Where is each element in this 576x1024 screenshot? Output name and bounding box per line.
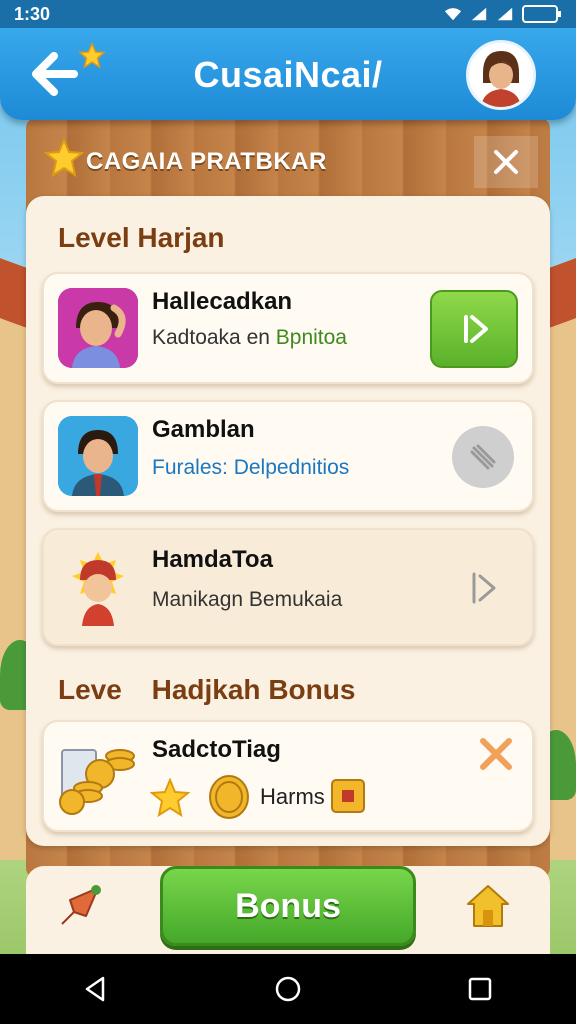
play-icon	[464, 315, 488, 343]
item-subtitle-text: Kadtoaka en	[152, 326, 276, 349]
disabled-icon	[470, 444, 496, 470]
list-item[interactable]: Gamblan Furales: Delpednitios	[42, 400, 534, 512]
coin-stack	[58, 736, 138, 816]
character-avatar	[58, 288, 138, 368]
item-subtitle: Kadtoaka en Bpnitoa	[152, 326, 347, 350]
chevron-button[interactable]	[464, 568, 504, 608]
coin-stack-icon	[59, 749, 135, 815]
play-button[interactable]	[430, 290, 518, 368]
status-bar: 1:30	[0, 0, 576, 28]
bonus-item-label: Harms	[260, 784, 325, 809]
dismiss-button[interactable]	[474, 732, 518, 776]
nav-back-icon[interactable]	[81, 974, 111, 1004]
signal-icon	[497, 7, 513, 21]
item-subtitle: Manikagn Bemukaia	[152, 588, 343, 611]
close-button[interactable]	[474, 136, 538, 188]
disabled-button[interactable]	[452, 426, 514, 488]
content-card: Level Harjan Hallecadkan Kadtoaka en Bpn…	[26, 196, 550, 846]
rocket-icon[interactable]	[56, 882, 104, 930]
bonus-item[interactable]: SadctoTiag Harms	[42, 720, 534, 832]
item-subtitle-highlight: Bpnitoa	[275, 326, 347, 349]
bonus-button[interactable]: Bonus	[160, 866, 416, 946]
close-icon	[494, 150, 518, 174]
item-subtitle: Furales: Delpednitios	[152, 456, 350, 479]
bonus-title: SadctoTiag	[152, 736, 281, 763]
app-header: CusaiNcai/	[0, 28, 576, 120]
avatar-portrait-icon	[469, 43, 533, 107]
bottom-bar: Bonus	[26, 866, 550, 954]
character-portrait-icon	[58, 416, 138, 496]
section-title-bonus-b: Hadjkah Bonus	[151, 674, 356, 705]
list-item[interactable]: HamdaToa Manikagn Bemukaia	[42, 528, 534, 646]
battery-icon	[522, 5, 561, 23]
chevron-right-icon	[472, 572, 496, 604]
panel-title: CAGAIA PRATBKAR	[86, 148, 327, 175]
nav-home-icon[interactable]	[273, 974, 303, 1004]
panel-header: CAGAIA PRATBKAR	[26, 118, 550, 198]
hero-character-icon	[72, 552, 124, 626]
home-icon[interactable]	[464, 882, 512, 930]
wifi-icon	[444, 8, 462, 21]
status-time: 1:30	[14, 3, 51, 24]
signal-icon	[471, 7, 487, 21]
system-nav-bar	[0, 954, 576, 1024]
item-title: Gamblan	[152, 416, 255, 443]
ticket-icon	[331, 779, 365, 813]
character-avatar	[58, 416, 138, 496]
item-title: HamdaToa	[152, 546, 273, 573]
section-title-level: Level Harjan	[58, 222, 225, 253]
section-title-bonus: Leve Hadjkah Bonus	[58, 674, 355, 706]
status-icons	[444, 5, 562, 23]
character-portrait-icon	[58, 288, 138, 368]
user-avatar[interactable]	[466, 40, 536, 110]
star-icon	[150, 778, 190, 818]
nav-recents-icon[interactable]	[465, 974, 495, 1004]
item-title: Hallecadkan	[152, 288, 293, 315]
star-icon	[44, 138, 84, 178]
character-avatar	[58, 546, 138, 626]
coin-icon	[209, 775, 249, 819]
section-title-bonus-a: Leve	[58, 674, 122, 705]
close-icon	[480, 738, 512, 770]
list-item[interactable]: Hallecadkan Kadtoaka en Bpnitoa	[42, 272, 534, 384]
